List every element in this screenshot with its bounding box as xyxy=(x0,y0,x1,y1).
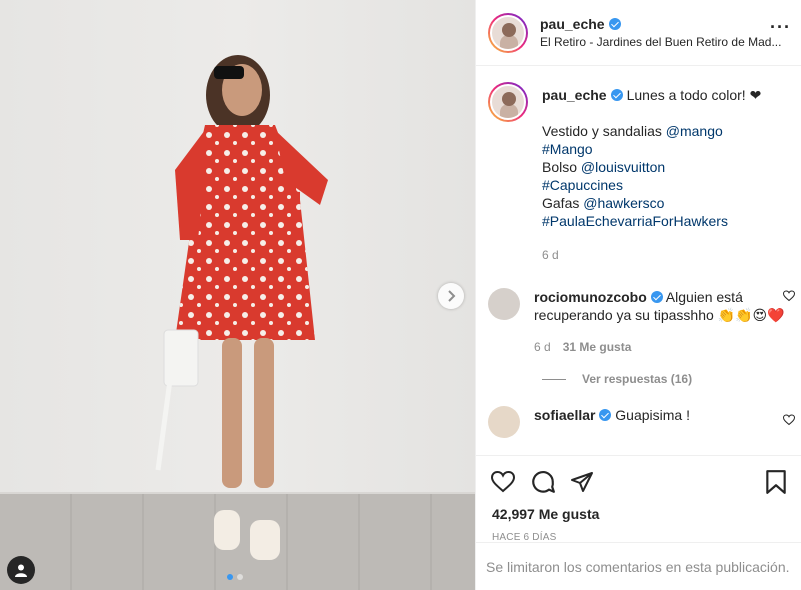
caption: pau_eche Lunes a todo color! ❤ Vestido y s… xyxy=(476,66,801,264)
save-bookmark-icon[interactable] xyxy=(765,469,787,495)
view-replies-label: Ver respuestas (16) xyxy=(582,372,693,386)
comment-likes[interactable]: 31 Me gusta xyxy=(563,338,632,356)
caption-time[interactable]: 6 d xyxy=(542,246,559,264)
caption-text: pau_eche Lunes a todo color! ❤ Vestido y s… xyxy=(542,86,785,230)
commenter-username[interactable]: rociomunozcobo xyxy=(534,289,647,305)
caption-text-segment: Lunes a todo color! ❤ xyxy=(626,87,762,103)
caption-mention-link[interactable]: #PaulaEchevarriaForHawkers xyxy=(542,213,728,229)
more-options-icon[interactable]: ··· xyxy=(770,18,791,36)
carousel-indicator xyxy=(227,574,243,580)
comment-text: Guapisima ! xyxy=(615,407,690,423)
post-location[interactable]: El Retiro - Jardines del Buen Retiro de … xyxy=(540,35,781,49)
caption-mention-link[interactable]: @mango xyxy=(666,123,723,139)
next-photo-button[interactable] xyxy=(438,283,464,309)
caption-mention-link[interactable]: @hawkersco xyxy=(583,195,664,211)
verified-badge-icon xyxy=(610,89,623,101)
author-avatar[interactable] xyxy=(488,12,528,53)
view-replies-button[interactable]: Ver respuestas (16) xyxy=(476,356,801,386)
chevron-right-icon xyxy=(448,290,456,302)
comment-item: sofiaellar Guapisima ! xyxy=(476,386,801,438)
caption-mention-link[interactable]: @louisvuitton xyxy=(581,159,665,175)
commenter-avatar[interactable] xyxy=(488,288,520,320)
carousel-dot xyxy=(237,574,243,580)
commenter-username[interactable]: sofiaellar xyxy=(534,407,595,423)
post-photo[interactable] xyxy=(0,0,475,590)
verified-badge-icon xyxy=(599,409,612,421)
like-comment-heart-icon[interactable] xyxy=(783,290,795,302)
post-sidebar: pau_eche El Retiro - Jardines del Buen R… xyxy=(475,0,801,590)
post-date[interactable]: HACE 6 DÍAS xyxy=(476,522,801,543)
caption-mention-link[interactable]: #Capuccines xyxy=(542,177,623,193)
post-actions: 42,997 Me gusta HACE 6 DÍAS xyxy=(476,455,801,543)
verified-badge-icon xyxy=(608,18,621,30)
author-username[interactable]: pau_eche xyxy=(540,16,605,32)
caption-username[interactable]: pau_eche xyxy=(542,87,607,103)
caption-text-segment: Bolso xyxy=(542,159,581,175)
user-icon xyxy=(15,564,27,577)
share-paper-plane-icon[interactable] xyxy=(570,470,594,494)
like-heart-icon[interactable] xyxy=(490,470,516,494)
caption-mention-link[interactable]: #Mango xyxy=(542,141,593,157)
replies-line xyxy=(542,378,566,380)
comment-item: rociomunozcobo Alguien está recuperando … xyxy=(476,264,801,356)
caption-text-segment: Gafas xyxy=(542,195,584,211)
tagged-users-button[interactable] xyxy=(7,556,35,584)
commenter-avatar[interactable] xyxy=(488,406,520,438)
carousel-dot-active xyxy=(227,574,233,580)
photo-subject xyxy=(155,55,328,560)
comments-list: pau_eche Lunes a todo color! ❤ Vestido y s… xyxy=(476,66,801,455)
comments-limited-notice: Se limitaron los comentarios en esta pub… xyxy=(476,542,801,590)
caption-text-segment: Vestido y sandalias xyxy=(542,123,666,139)
post-header: pau_eche El Retiro - Jardines del Buen R… xyxy=(476,0,801,66)
like-comment-heart-icon[interactable] xyxy=(783,414,795,426)
comment-bubble-icon[interactable] xyxy=(530,469,556,495)
comment-time[interactable]: 6 d xyxy=(534,338,551,356)
verified-badge-icon xyxy=(650,291,663,303)
likes-count[interactable]: 42,997 Me gusta xyxy=(476,500,801,522)
caption-avatar[interactable] xyxy=(488,82,528,122)
